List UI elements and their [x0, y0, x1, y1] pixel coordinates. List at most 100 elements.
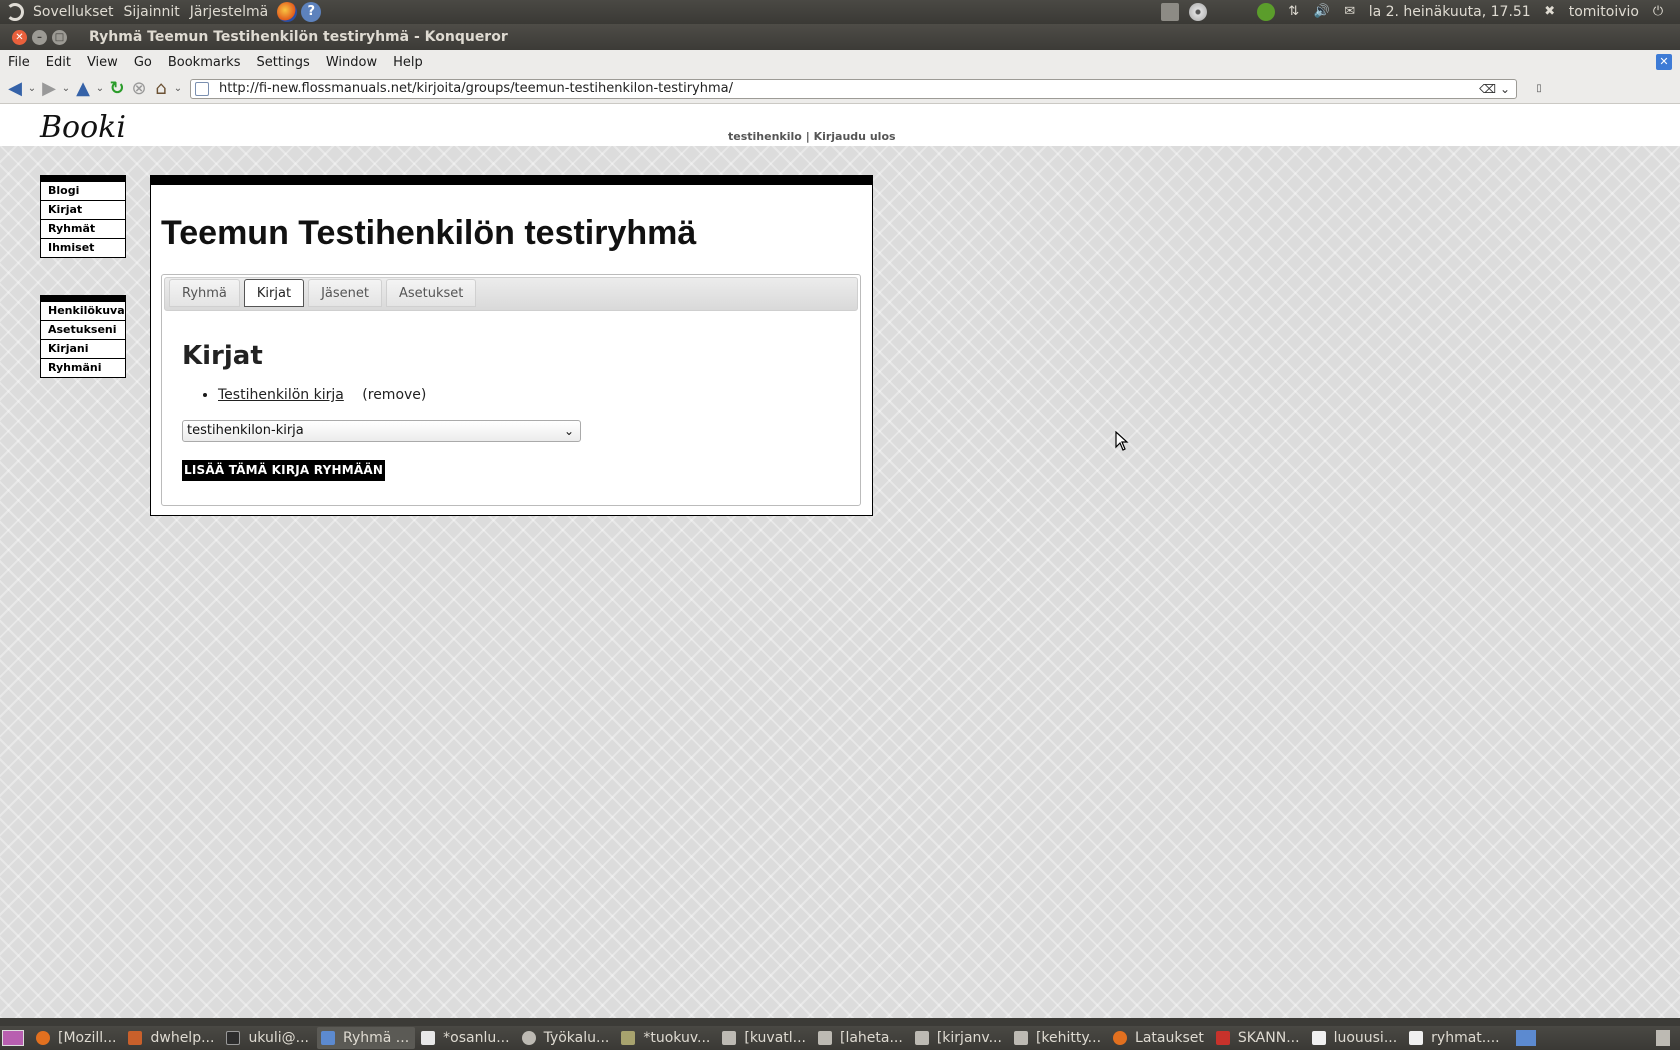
- window-minimize-icon[interactable]: –: [32, 29, 47, 45]
- section-title: Kirjat: [182, 341, 263, 371]
- window-icon: [722, 1031, 737, 1045]
- cd-icon[interactable]: [1188, 3, 1207, 21]
- help-launcher-icon[interactable]: ?: [301, 2, 322, 22]
- site-logo[interactable]: Booki: [40, 110, 126, 145]
- taskbar-item[interactable]: ryhmat....: [1405, 1027, 1505, 1049]
- taskbar-item[interactable]: [Mozill...: [32, 1027, 122, 1049]
- menu-window[interactable]: Window: [318, 55, 385, 70]
- taskbar-item[interactable]: *tuokuv...: [617, 1027, 716, 1049]
- drive-icon[interactable]: [1160, 3, 1179, 21]
- tab-settings[interactable]: Asetukset: [385, 279, 477, 307]
- volume-icon[interactable]: 🔊: [1313, 3, 1331, 21]
- nav-item-blog[interactable]: Blogi: [41, 182, 125, 200]
- tray-spacer: [1217, 3, 1247, 21]
- menubar: File Edit View Go Bookmarks Settings Win…: [0, 50, 1680, 74]
- reload-icon[interactable]: ↻: [106, 78, 128, 100]
- forward-icon[interactable]: ▶: [38, 78, 60, 100]
- taskbar-item[interactable]: *osanlu...: [417, 1027, 515, 1049]
- user-name[interactable]: tomitoivio: [1564, 4, 1644, 20]
- menu-go[interactable]: Go: [126, 55, 160, 70]
- ubuntu-logo-icon[interactable]: [6, 3, 24, 21]
- nav-item-books[interactable]: Kirjat: [41, 200, 125, 219]
- taskbar-item[interactable]: Lataukset: [1109, 1027, 1210, 1049]
- window-maximize-icon[interactable]: □: [52, 29, 67, 45]
- panel-menu-system[interactable]: Järjestelmä: [185, 4, 273, 20]
- up-icon[interactable]: ▲: [72, 78, 94, 100]
- taskbar-item[interactable]: [laheta...: [814, 1027, 909, 1049]
- taskbar-item[interactable]: [kehitty...: [1010, 1027, 1107, 1049]
- window-close-icon[interactable]: ✕: [12, 29, 27, 45]
- menu-view[interactable]: View: [79, 55, 126, 70]
- configure-icon[interactable]: ✕: [1656, 54, 1672, 70]
- back-dropdown-icon[interactable]: ⌄: [26, 78, 38, 100]
- stop-icon[interactable]: ⊗: [128, 78, 150, 100]
- back-icon[interactable]: ◀: [4, 78, 26, 100]
- menu-settings[interactable]: Settings: [248, 55, 317, 70]
- nav-item-my-settings[interactable]: Asetukseni: [41, 320, 125, 339]
- remove-link[interactable]: (remove): [362, 387, 426, 403]
- nav-item-groups[interactable]: Ryhmät: [41, 219, 125, 238]
- nav-item-profile[interactable]: Henkilökuva: [41, 302, 125, 320]
- document-icon: [1409, 1031, 1424, 1045]
- up-dropdown-icon[interactable]: ⌄: [94, 78, 106, 100]
- trash-icon[interactable]: [1656, 1030, 1670, 1046]
- taskbar-item[interactable]: Työkalu...: [518, 1027, 616, 1049]
- user-profile-link[interactable]: testihenkilo: [728, 130, 802, 143]
- user-bar-separator: |: [805, 130, 810, 143]
- nav-item-my-groups[interactable]: Ryhmäni: [41, 358, 125, 377]
- power-icon[interactable]: ⏻: [1649, 3, 1667, 21]
- taskbar: [Mozill... dwhelp... ukuli@... Ryhmä ...…: [0, 1026, 1680, 1050]
- sidebar-toggle-icon[interactable]: ▯: [1531, 78, 1547, 100]
- nav-item-my-books[interactable]: Kirjani: [41, 339, 125, 358]
- logout-link[interactable]: Kirjaudu ulos: [814, 130, 896, 143]
- home-dropdown-icon[interactable]: ⌄: [172, 78, 184, 100]
- book-link[interactable]: Testihenkilön kirja: [218, 387, 344, 403]
- tab-members[interactable]: Jäsenet: [308, 279, 382, 307]
- main-nav: Blogi Kirjat Ryhmät Ihmiset: [40, 175, 126, 258]
- add-book-button[interactable]: LISÄÄ TÄMÄ KIRJA RYHMÄÄN: [182, 460, 386, 481]
- menu-edit[interactable]: Edit: [38, 55, 79, 70]
- clear-url-icon[interactable]: ⌫ ⌄: [1479, 82, 1510, 96]
- clock[interactable]: la 2. heinäkuuta, 17.51: [1364, 4, 1536, 20]
- firefox-launcher-icon[interactable]: [277, 2, 298, 22]
- taskbar-item[interactable]: luouusi...: [1308, 1027, 1404, 1049]
- spotify-icon[interactable]: [1256, 3, 1275, 21]
- network-icon[interactable]: ⇅: [1285, 3, 1303, 21]
- book-select-value: testihenkilon-kirja: [187, 423, 304, 438]
- tab-bar: Ryhmä Kirjat Jäsenet Asetukset: [164, 277, 858, 311]
- taskbar-item[interactable]: dwhelp...: [124, 1027, 220, 1049]
- firefox-icon: [36, 1031, 50, 1045]
- book-select[interactable]: testihenkilon-kirja ⌄: [182, 420, 581, 442]
- menu-help[interactable]: Help: [385, 55, 431, 70]
- chevron-down-icon: ⌄: [563, 424, 574, 438]
- url-bar[interactable]: http://fi-new.flossmanuals.net/kirjoita/…: [190, 78, 1517, 99]
- firefox-icon: [1113, 1031, 1128, 1045]
- window-titlebar[interactable]: ✕ – □ Ryhmä Teemun Testihenkilön testiry…: [0, 24, 1680, 50]
- document-icon: [1311, 1031, 1326, 1045]
- list-item: Testihenkilön kirja (remove): [218, 387, 426, 403]
- taskbar-item[interactable]: SKANN...: [1212, 1027, 1306, 1049]
- forward-dropdown-icon[interactable]: ⌄: [60, 78, 72, 100]
- tab-group[interactable]: Ryhmä: [169, 279, 240, 307]
- panel-menu-places[interactable]: Sijainnit: [119, 4, 185, 20]
- book-list: Testihenkilön kirja (remove): [218, 387, 426, 403]
- show-desktop-icon[interactable]: [2, 1030, 24, 1046]
- panel-menu-applications[interactable]: Sovellukset: [28, 4, 119, 20]
- web-page: Booki testihenkilo | Kirjaudu ulos Blogi…: [0, 104, 1680, 1018]
- nav-item-people[interactable]: Ihmiset: [41, 238, 125, 257]
- menu-bookmarks[interactable]: Bookmarks: [160, 55, 249, 70]
- home-icon[interactable]: ⌂: [150, 78, 172, 100]
- url-text[interactable]: http://fi-new.flossmanuals.net/kirjoita/…: [219, 81, 733, 96]
- tab-books[interactable]: Kirjat: [243, 279, 305, 307]
- mail-icon[interactable]: ✉: [1341, 3, 1359, 21]
- user-switch-icon[interactable]: ✖: [1541, 3, 1559, 21]
- taskbar-item[interactable]: [kirjanv...: [911, 1027, 1008, 1049]
- taskbar-item-active[interactable]: Ryhmä ...: [317, 1027, 416, 1049]
- group-content: Teemun Testihenkilön testiryhmä Ryhmä Ki…: [150, 175, 873, 516]
- taskbar-item[interactable]: [kuvatl...: [718, 1027, 812, 1049]
- window-title: Ryhmä Teemun Testihenkilön testiryhmä - …: [89, 29, 508, 45]
- tab-panel: Ryhmä Kirjat Jäsenet Asetukset Kirjat Te…: [161, 274, 861, 506]
- taskbar-item[interactable]: ukuli@...: [222, 1027, 315, 1049]
- konqueror-tray-icon[interactable]: [1515, 1030, 1536, 1046]
- menu-file[interactable]: File: [0, 55, 38, 70]
